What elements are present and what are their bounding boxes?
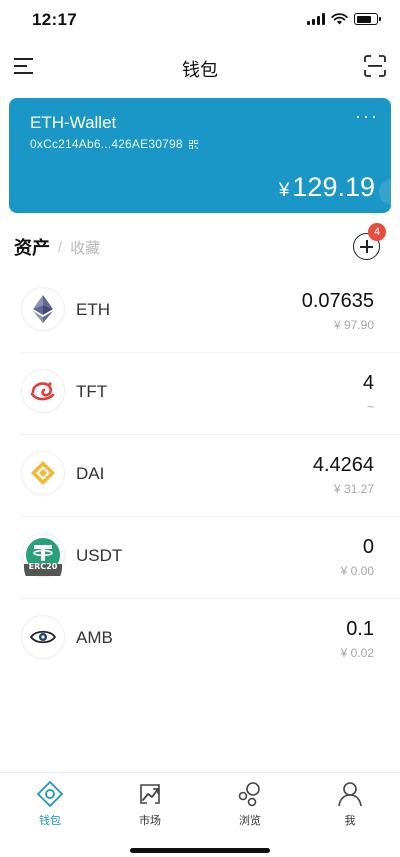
tab-browse[interactable]: 浏览 [200, 773, 300, 833]
token-name: AMB [76, 628, 113, 647]
token-value: ¥ 97.90 [333, 318, 374, 332]
status-bar: 12:17 [0, 0, 400, 40]
scan-icon[interactable] [364, 55, 386, 77]
token-amount: 4 [362, 372, 374, 394]
browse-icon [238, 782, 260, 807]
token-amount: 0 [362, 536, 374, 558]
token-row-dai[interactable]: DAI 4.4264 ¥ 31.27 [0, 434, 400, 516]
wallet-name: ETH-Wallet [30, 113, 117, 132]
token-list: ETH 0.07635 ¥ 97.90 TFT 4 ~ DAI 4.4264 ¥… [0, 270, 400, 680]
token-row-usdt[interactable]: ERC20 USDT 0 ¥ 0.00 [0, 516, 400, 598]
token-amount: 0.07635 [301, 290, 374, 312]
market-icon [140, 784, 160, 804]
notification-badge: 4 [368, 223, 386, 241]
eth-logo-icon [22, 288, 64, 330]
tab-collections[interactable]: 收藏 [70, 237, 100, 258]
wallet-address: 0xCc214Ab6...426AE30798 [30, 137, 183, 151]
token-value: ¥ 0.00 [340, 564, 374, 578]
wallet-card[interactable]: ETH-Wallet 0xCc214Ab6...426AE30798 ··· ¥… [9, 98, 391, 213]
wifi-icon [331, 13, 348, 25]
bottom-tab-bar: 钱包 市场 浏览 我 [0, 772, 400, 832]
asset-tabs: 资产 / 收藏 [14, 234, 100, 260]
tab-label: 浏览 [239, 815, 261, 827]
dai-logo-icon [22, 452, 64, 494]
svg-text:ERC20: ERC20 [29, 562, 58, 571]
token-name: TFT [76, 382, 108, 401]
more-options-icon[interactable]: ··· [355, 107, 379, 125]
token-amount: 4.4264 [312, 454, 374, 476]
status-time: 12:17 [32, 10, 77, 29]
token-row-amb[interactable]: AMB 0.1 ¥ 0.02 [0, 598, 400, 680]
amb-logo-icon [22, 616, 64, 658]
currency-symbol: ¥ [278, 180, 290, 201]
token-name: ETH [76, 300, 110, 319]
qr-code-icon[interactable] [188, 139, 198, 149]
token-row-eth[interactable]: ETH 0.07635 ¥ 97.90 [0, 270, 400, 352]
token-amount: 0.1 [346, 618, 374, 640]
token-row-tft[interactable]: TFT 4 ~ [0, 352, 400, 434]
wallet-address-row[interactable]: 0xCc214Ab6...426AE30798 [30, 137, 198, 151]
token-name: DAI [76, 464, 105, 483]
wallet-icon [37, 781, 63, 807]
tab-label: 我 [344, 815, 356, 827]
home-indicator [130, 848, 270, 853]
tab-me[interactable]: 我 [300, 773, 400, 833]
battery-icon [354, 13, 381, 25]
token-name: USDT [76, 546, 123, 565]
wallet-balance: ¥129.19 [279, 172, 375, 203]
token-value: ~ [366, 400, 374, 414]
page-title: 钱包 [182, 60, 218, 80]
tab-assets[interactable]: 资产 [14, 234, 50, 260]
tft-logo-icon [22, 370, 64, 412]
tab-market[interactable]: 市场 [100, 773, 200, 833]
cellular-signal-icon [307, 13, 325, 25]
status-icons [307, 13, 381, 25]
profile-icon [338, 782, 362, 807]
nav-bar: 钱包 [0, 44, 400, 90]
tab-wallet[interactable]: 钱包 [0, 773, 100, 833]
balance-value: 129.19 [292, 172, 375, 202]
token-value: ¥ 0.02 [340, 646, 374, 660]
usdt-logo-icon: ERC20 [22, 534, 64, 576]
tab-label: 市场 [139, 815, 161, 827]
tab-separator: / [58, 238, 63, 256]
tab-label: 钱包 [39, 815, 61, 827]
token-value: ¥ 31.27 [333, 482, 374, 496]
